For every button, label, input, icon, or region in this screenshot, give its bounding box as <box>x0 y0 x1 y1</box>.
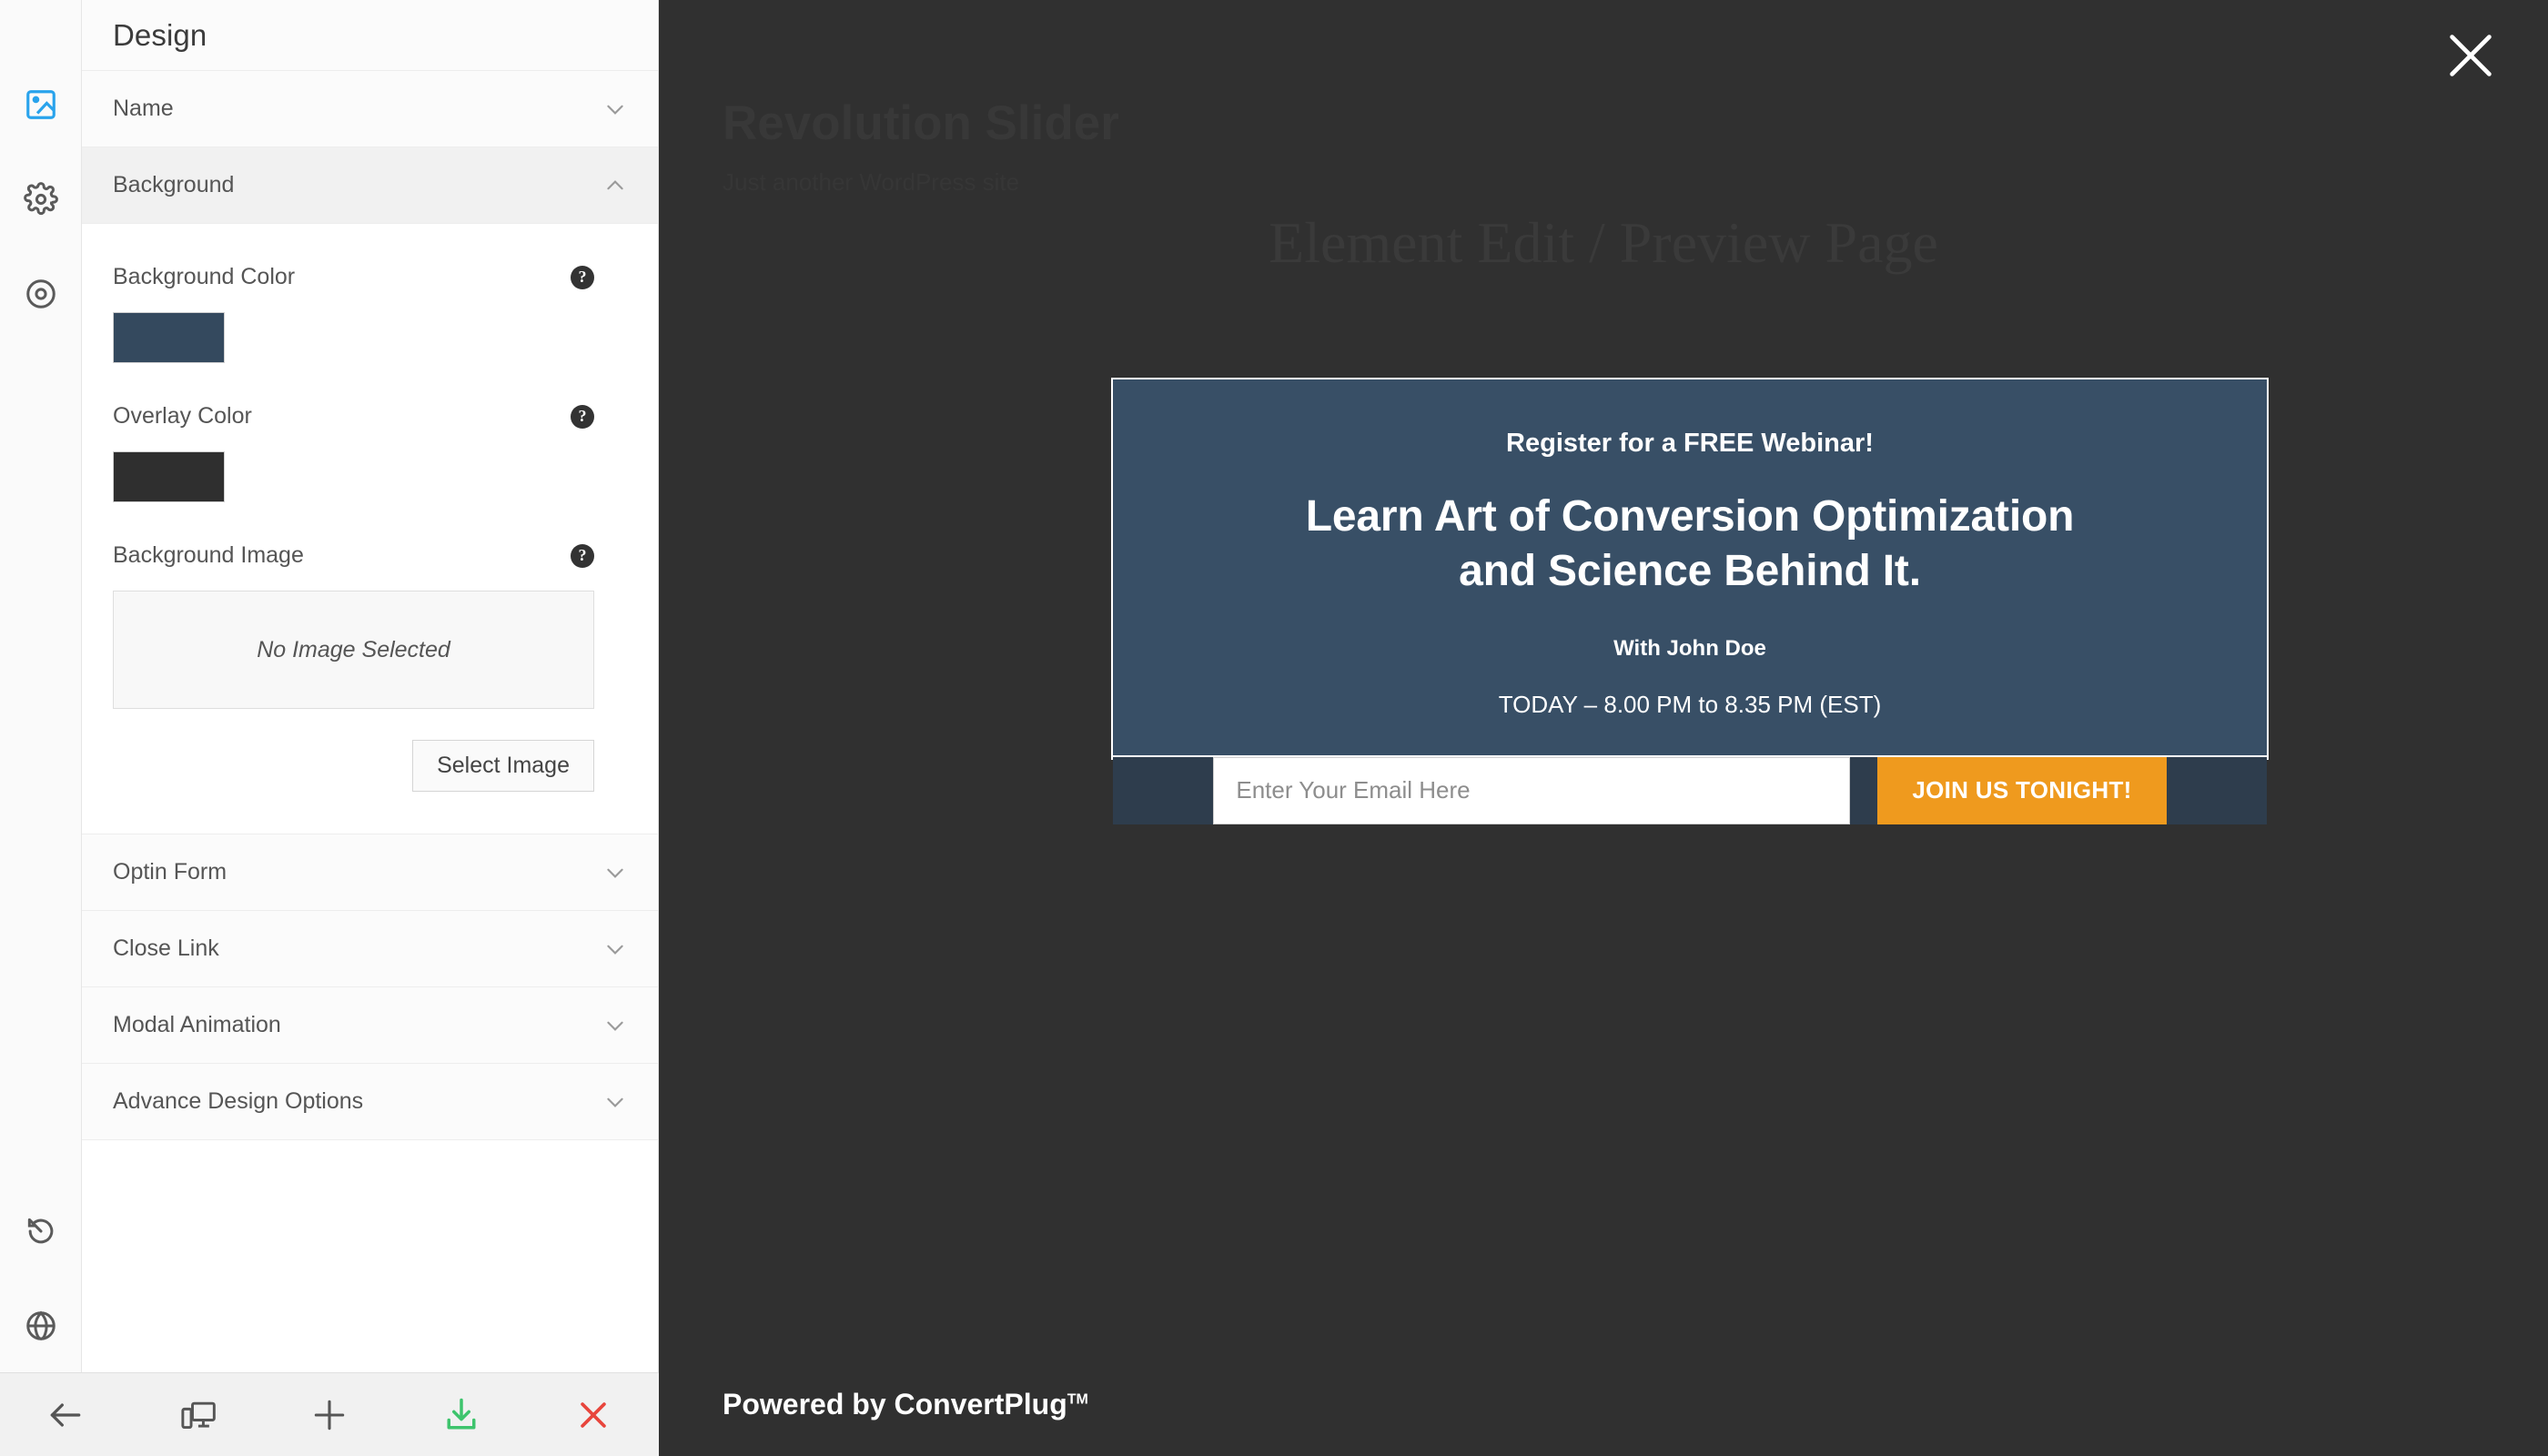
background-color-label: Background Color <box>113 264 296 289</box>
chevron-up-icon <box>603 174 627 197</box>
select-image-button[interactable]: Select Image <box>412 740 594 792</box>
site-title: Revolution Slider <box>723 96 1119 150</box>
background-color-field: Background Color ? <box>113 264 627 363</box>
accordion-modal-animation[interactable]: Modal Animation <box>82 987 658 1064</box>
accordion-close-link-label: Close Link <box>113 935 219 961</box>
help-icon[interactable]: ? <box>571 404 594 429</box>
accordion-background-label: Background <box>113 172 235 197</box>
panel-header: Design <box>82 0 658 71</box>
submit-button[interactable]: JOIN US TONIGHT! <box>1877 756 2167 824</box>
modal-eyebrow: Register for a FREE Webinar! <box>1506 429 1874 458</box>
overlay-color-head: Overlay Color ? <box>113 403 627 430</box>
download-save-icon <box>447 1398 476 1429</box>
accordion-name[interactable]: Name <box>82 71 658 147</box>
design-image-icon[interactable] <box>20 84 62 126</box>
accordion-name-label: Name <box>113 96 174 121</box>
globe-icon[interactable] <box>20 1305 62 1347</box>
trademark-symbol: TM <box>1067 1391 1088 1408</box>
editor-toolbar <box>0 1372 659 1456</box>
modal-content: Register for a FREE Webinar! Learn Art o… <box>1113 379 2267 757</box>
back-button[interactable] <box>0 1373 132 1456</box>
revert-history-icon[interactable] <box>20 1210 62 1252</box>
background-color-head: Background Color ? <box>113 264 627 290</box>
overlay-color-label: Overlay Color <box>113 403 252 429</box>
save-button[interactable] <box>395 1373 527 1456</box>
select-image-row: Select Image <box>113 740 627 792</box>
accordion-modal-animation-label: Modal Animation <box>113 1012 281 1037</box>
modal-headline: Learn Art of Conversion Optimization and… <box>1168 490 2212 600</box>
responsive-preview-button[interactable] <box>132 1373 264 1456</box>
close-preview-button[interactable] <box>2439 24 2502 87</box>
background-image-label: Background Image <box>113 542 304 568</box>
accordion-advance-design-options-label: Advance Design Options <box>113 1088 364 1114</box>
modal-presenter: With John Doe <box>1613 635 1766 661</box>
close-button[interactable] <box>527 1373 659 1456</box>
accordion-optin-form-label: Optin Form <box>113 859 228 885</box>
gear-icon[interactable] <box>20 178 62 220</box>
plus-icon <box>314 1400 345 1430</box>
background-color-swatch[interactable] <box>113 312 225 363</box>
modal-headline-line1: Learn Art of Conversion Optimization <box>1305 492 2075 541</box>
icon-rail <box>0 0 82 1456</box>
icon-rail-top-group <box>20 0 62 315</box>
x-icon <box>580 1401 606 1428</box>
background-image-head: Background Image ? <box>113 542 627 569</box>
page-title: Design <box>113 17 207 52</box>
powered-by-label: Powered by ConvertPlugTM <box>723 1388 1088 1421</box>
close-icon <box>2450 35 2492 76</box>
email-field[interactable] <box>1213 756 1851 824</box>
chevron-down-icon <box>603 1014 627 1037</box>
image-dropzone[interactable]: No Image Selected <box>113 591 594 709</box>
chevron-down-icon <box>603 861 627 885</box>
overlay-color-field: Overlay Color ? <box>113 403 627 502</box>
modal-headline-line2: and Science Behind It. <box>1459 547 1921 596</box>
accordion-background[interactable]: Background <box>82 147 658 224</box>
chevron-down-icon <box>603 97 627 121</box>
accordion-optin-form[interactable]: Optin Form <box>82 834 658 911</box>
preview-page-heading: Element Edit / Preview Page <box>1269 210 1938 275</box>
overlay-color-swatch[interactable] <box>113 451 225 502</box>
optin-form: JOIN US TONIGHT! <box>1113 756 2267 824</box>
target-icon[interactable] <box>20 273 62 315</box>
powered-by-text: Powered by ConvertPlug <box>723 1388 1067 1421</box>
help-icon[interactable]: ? <box>571 543 594 568</box>
accordion-advance-design-options[interactable]: Advance Design Options <box>82 1064 658 1140</box>
add-button[interactable] <box>264 1373 396 1456</box>
design-settings-panel: Design Name Background Background Color … <box>82 0 659 1456</box>
site-tagline: Just another WordPress site <box>723 168 1020 196</box>
optin-modal: Register for a FREE Webinar! Learn Art o… <box>1111 378 2269 824</box>
help-icon[interactable]: ? <box>571 265 594 289</box>
background-image-field: Background Image ? No Image Selected Sel… <box>113 542 627 792</box>
accordion-close-link[interactable]: Close Link <box>82 911 658 987</box>
chevron-down-icon <box>603 937 627 961</box>
arrow-left-icon <box>51 1402 81 1427</box>
preview-stage: Revolution Slider Just another WordPress… <box>659 0 2548 1456</box>
convertplug-editor: Design Name Background Background Color … <box>0 0 2548 1456</box>
background-settings-body: Background Color ? Overlay Color ? Backg… <box>82 224 658 834</box>
modal-schedule: TODAY – 8.00 PM to 8.35 PM (EST) <box>1498 690 1882 718</box>
devices-icon <box>181 1401 216 1429</box>
chevron-down-icon <box>603 1090 627 1114</box>
